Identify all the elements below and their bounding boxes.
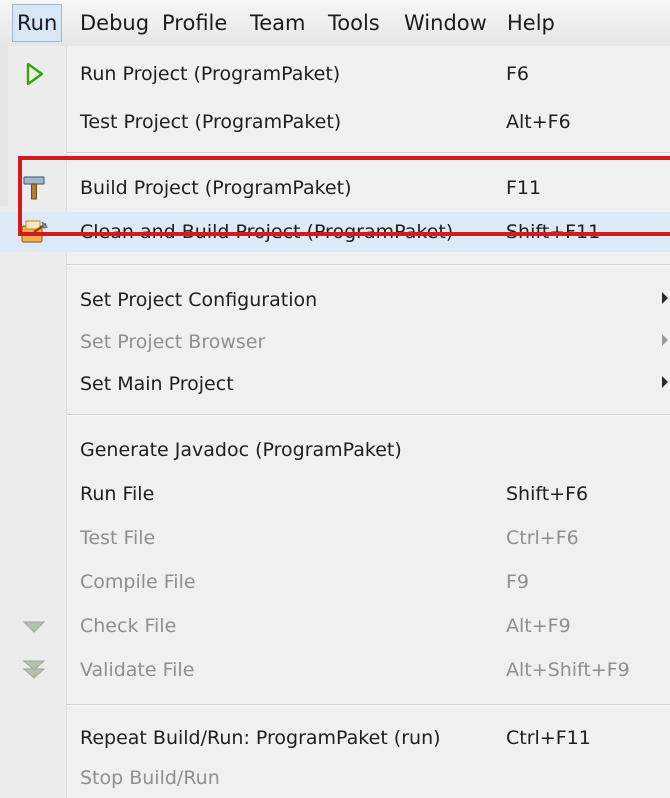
menu-item-label: Set Main Project [80, 373, 234, 395]
menubar: Run Debug Profile Team Tools Window Help [0, 0, 670, 47]
menu-item-label: Compile File [80, 571, 196, 593]
menu-item-set-main-project[interactable]: Set Main Project [0, 364, 670, 404]
submenu-arrow-icon [662, 334, 668, 346]
menu-separator [66, 414, 670, 416]
menu-item-shortcut: F6 [506, 63, 530, 85]
menu-debug[interactable]: Debug [76, 6, 153, 40]
hammer-icon [20, 174, 48, 202]
menu-item-generate-javadoc[interactable]: Generate Javadoc (ProgramPaket) [0, 430, 670, 470]
menu-item-validate-file: Validate File Alt+Shift+F9 [0, 650, 670, 690]
menu-item-set-project-browser: Set Project Browser [0, 322, 670, 362]
netbeans-window: Run Debug Profile Team Tools Window Help… [0, 0, 670, 798]
menu-item-check-file: Check File Alt+F9 [0, 606, 670, 646]
menu-item-shortcut: F9 [506, 571, 530, 593]
menu-tools[interactable]: Tools [324, 6, 384, 40]
menu-item-shortcut: Shift+F11 [506, 221, 601, 243]
validate-file-icon [20, 656, 48, 684]
menu-item-shortcut: Shift+F6 [506, 483, 589, 505]
menu-item-label: Test File [80, 527, 156, 549]
menu-item-shortcut: Alt+F9 [506, 615, 571, 637]
menu-item-test-file: Test File Ctrl+F6 [0, 518, 670, 558]
run-triangle-icon [20, 60, 48, 88]
submenu-arrow-icon [662, 376, 668, 388]
menu-profile[interactable]: Profile [158, 6, 231, 40]
menu-team[interactable]: Team [246, 6, 310, 40]
menu-separator [66, 264, 670, 266]
menu-item-label: Clean and Build Project (ProgramPaket) [80, 221, 454, 243]
menu-item-label: Stop Build/Run [80, 767, 220, 789]
menu-item-label: Generate Javadoc (ProgramPaket) [80, 439, 402, 461]
menu-item-set-project-configuration[interactable]: Set Project Configuration [0, 280, 670, 320]
menu-item-label: Validate File [80, 659, 195, 681]
menu-item-build-project[interactable]: Build Project (ProgramPaket) F11 [0, 168, 670, 208]
menu-item-shortcut: Ctrl+F11 [506, 727, 591, 749]
menu-item-compile-file: Compile File F9 [0, 562, 670, 602]
menu-item-run-file[interactable]: Run File Shift+F6 [0, 474, 670, 514]
menu-item-shortcut: Alt+F6 [506, 111, 571, 133]
menu-item-test-project[interactable]: Test Project (ProgramPaket) Alt+F6 [0, 102, 670, 142]
submenu-arrow-icon [662, 292, 668, 304]
menu-item-label: Set Project Browser [80, 331, 266, 353]
menu-item-label: Set Project Configuration [80, 289, 318, 311]
menu-item-clean-build-project[interactable]: Clean and Build Project (ProgramPaket) S… [0, 212, 670, 252]
menu-item-label: Test Project (ProgramPaket) [80, 111, 342, 133]
menu-separator [66, 704, 670, 706]
clean-build-icon [20, 218, 48, 246]
menu-item-label: Repeat Build/Run: ProgramPaket (run) [80, 727, 441, 749]
menu-separator [66, 152, 670, 154]
menu-item-label: Run File [80, 483, 155, 505]
menu-item-shortcut: F11 [506, 177, 542, 199]
check-file-icon [20, 612, 48, 640]
menu-item-stop-build-run: Stop Build/Run [0, 758, 670, 798]
menu-item-shortcut: Ctrl+F6 [506, 527, 579, 549]
menu-item-label: Check File [80, 615, 177, 637]
menu-item-label: Run Project (ProgramPaket) [80, 63, 341, 85]
menu-item-label: Build Project (ProgramPaket) [80, 177, 352, 199]
menu-run[interactable]: Run [12, 4, 63, 42]
menu-item-shortcut: Alt+Shift+F9 [506, 659, 630, 681]
menu-window[interactable]: Window [400, 6, 491, 40]
menu-help[interactable]: Help [503, 6, 559, 40]
menu-item-repeat-build-run[interactable]: Repeat Build/Run: ProgramPaket (run) Ctr… [0, 718, 670, 758]
menu-item-run-project[interactable]: Run Project (ProgramPaket) F6 [0, 54, 670, 94]
run-menu-popup: Run Project (ProgramPaket) F6 Test Proje… [0, 46, 670, 798]
